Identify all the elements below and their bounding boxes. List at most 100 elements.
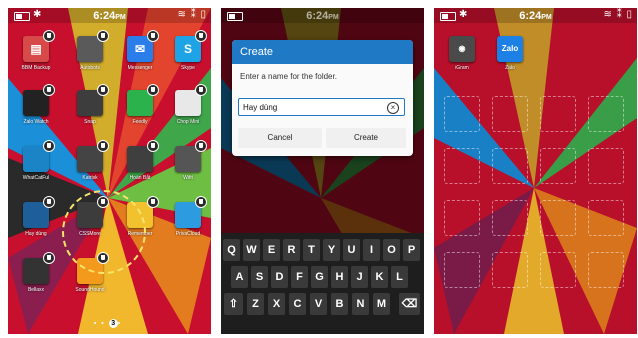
key-x[interactable]: X — [268, 293, 285, 315]
app-icon[interactable]: Wifit — [168, 140, 208, 181]
dialog-prompt: Enter a name for the folder. — [240, 72, 337, 81]
app-icon[interactable]: ▤ BBM Backup — [16, 30, 56, 71]
delete-app-icon[interactable] — [195, 30, 207, 42]
app-glyph-icon — [77, 140, 109, 172]
delete-app-icon[interactable] — [43, 140, 55, 152]
app-icon[interactable]: PrivaCloud — [168, 196, 208, 237]
key-a[interactable]: A — [231, 266, 248, 288]
app-icon[interactable]: ✉ Messenger — [120, 30, 160, 71]
delete-app-icon[interactable] — [43, 30, 55, 42]
create-button[interactable]: Create — [326, 128, 406, 148]
folder-drop-ring — [62, 190, 146, 274]
app-glyph-icon: S — [175, 30, 207, 62]
key-c[interactable]: C — [289, 293, 306, 315]
key-m[interactable]: M — [373, 293, 390, 315]
key-z[interactable]: Z — [247, 293, 264, 315]
app-glyph-icon — [23, 196, 55, 228]
key-y[interactable]: Y — [323, 239, 340, 261]
app-label: Skype — [181, 65, 195, 71]
cancel-button[interactable]: Cancel — [238, 128, 322, 148]
app-icon[interactable]: Zalo Watch — [16, 84, 56, 125]
app-label: Zalo — [505, 65, 515, 71]
app-label: Wifit — [183, 175, 193, 181]
delete-app-icon[interactable] — [97, 30, 109, 42]
app-glyph-icon — [77, 30, 109, 62]
empty-slot — [588, 252, 624, 288]
key-l[interactable]: L — [391, 266, 408, 288]
key-u[interactable]: U — [343, 239, 360, 261]
empty-slot — [540, 96, 576, 132]
app-icon[interactable]: Zalo Zalo — [490, 36, 530, 71]
key-k[interactable]: K — [371, 266, 388, 288]
empty-slot — [588, 148, 624, 184]
clear-icon[interactable]: × — [387, 102, 399, 114]
empty-slot — [492, 96, 528, 132]
delete-app-icon[interactable] — [195, 84, 207, 96]
key-j[interactable]: J — [351, 266, 368, 288]
delete-app-icon[interactable] — [147, 84, 159, 96]
key-t[interactable]: T — [303, 239, 320, 261]
app-label: Chop Mini — [176, 119, 200, 125]
app-label: SoundHound — [75, 287, 105, 293]
delete-app-icon[interactable] — [195, 140, 207, 152]
delete-app-icon[interactable] — [195, 196, 207, 208]
empty-slot — [444, 148, 480, 184]
key-o[interactable]: O — [383, 239, 400, 261]
delete-app-icon[interactable] — [147, 196, 159, 208]
app-icon[interactable]: WhatCatFul — [16, 140, 56, 181]
delete-app-icon[interactable] — [147, 140, 159, 152]
delete-app-icon[interactable] — [43, 84, 55, 96]
virtual-keyboard: QWERTYUIOP ASDFGHJKL ⇧ ⌫ ZXCVBNM — [221, 233, 424, 334]
empty-slot — [588, 96, 624, 132]
key-v[interactable]: V — [310, 293, 327, 315]
create-folder-dialog: Create Enter a name for the folder. Hay … — [232, 40, 413, 156]
app-glyph-icon — [175, 196, 207, 228]
app-icon[interactable]: Chop Mini — [168, 84, 208, 125]
empty-slot — [540, 252, 576, 288]
empty-slot — [540, 148, 576, 184]
key-w[interactable]: W — [243, 239, 260, 261]
key-n[interactable]: N — [352, 293, 369, 315]
app-icon[interactable]: Hoàn Bắt — [120, 140, 160, 181]
app-label: Bellaxx — [27, 287, 45, 293]
app-icon[interactable]: Katrisk — [70, 140, 110, 181]
delete-app-icon[interactable] — [147, 30, 159, 42]
folder-name-input[interactable]: Hay dùng × — [238, 98, 405, 116]
folder-name-value: Hay dùng — [243, 103, 278, 112]
app-glyph-icon: Zalo — [497, 36, 523, 62]
delete-app-icon[interactable] — [43, 196, 55, 208]
backspace-key[interactable]: ⌫ — [399, 293, 420, 315]
app-icon[interactable]: Bellaxx — [16, 252, 56, 293]
app-icon[interactable]: ◉ iGram — [442, 36, 482, 71]
key-q[interactable]: Q — [223, 239, 240, 261]
key-d[interactable]: D — [271, 266, 288, 288]
key-b[interactable]: B — [331, 293, 348, 315]
key-f[interactable]: F — [291, 266, 308, 288]
app-icon[interactable]: Snap — [70, 84, 110, 125]
empty-slot — [444, 252, 480, 288]
key-s[interactable]: S — [251, 266, 268, 288]
page-indicator[interactable]: •• 3 • — [8, 319, 211, 328]
app-icon[interactable]: Autobots — [70, 30, 110, 71]
delete-app-icon[interactable] — [43, 252, 55, 264]
key-e[interactable]: E — [263, 239, 280, 261]
dialog-title: Create — [232, 40, 413, 64]
delete-app-icon[interactable] — [97, 140, 109, 152]
app-label: Feedly — [132, 119, 148, 125]
key-p[interactable]: P — [403, 239, 420, 261]
app-icon[interactable]: Hay dùng — [16, 196, 56, 237]
key-h[interactable]: H — [331, 266, 348, 288]
app-glyph-icon — [175, 84, 207, 116]
key-r[interactable]: R — [283, 239, 300, 261]
app-icon[interactable]: Feedly — [120, 84, 160, 125]
wifi-signal-icon: ≋ ⁑ ▯ — [603, 9, 633, 20]
empty-slot — [540, 200, 576, 236]
shift-key[interactable]: ⇧ — [224, 293, 243, 315]
key-g[interactable]: G — [311, 266, 328, 288]
app-label: PrivaCloud — [175, 231, 201, 237]
app-icon[interactable]: S Skype — [168, 30, 208, 71]
key-i[interactable]: I — [363, 239, 380, 261]
app-glyph-icon — [23, 140, 55, 172]
delete-app-icon[interactable] — [97, 84, 109, 96]
wifi-signal-icon: ≋ ⁑ ▯ — [177, 9, 207, 20]
